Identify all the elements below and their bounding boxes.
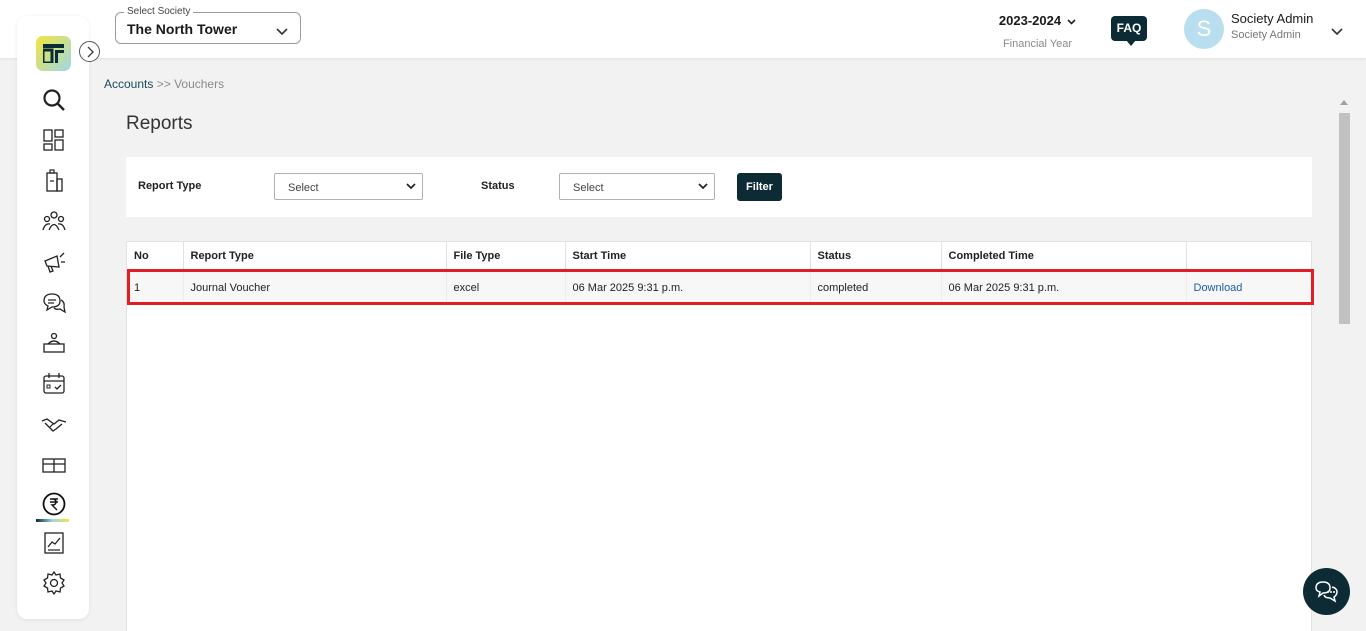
breadcrumb-current: Vouchers <box>174 77 225 91</box>
search-icon[interactable] <box>41 87 67 113</box>
chat-icon[interactable] <box>41 290 67 316</box>
report-type-label: Report Type <box>138 180 202 192</box>
scroll-up-arrow-icon[interactable] <box>1340 100 1348 105</box>
breadcrumb-accounts-link[interactable]: Accounts <box>104 77 153 91</box>
column-header-status: Status <box>810 242 942 272</box>
sidebar-collapse-button[interactable] <box>79 41 100 62</box>
user-role: Society Admin <box>1231 29 1301 41</box>
amenity-icon[interactable] <box>41 330 67 356</box>
column-header-action <box>1186 242 1311 272</box>
column-header-report-type: Report Type <box>183 242 447 272</box>
parcel-icon[interactable] <box>41 452 67 478</box>
app-logo[interactable] <box>36 36 71 71</box>
chevron-down-icon <box>406 183 416 190</box>
dashboard-icon[interactable] <box>41 127 67 153</box>
report-type-select-value: Select <box>288 182 319 194</box>
calendar-icon[interactable] <box>41 371 67 397</box>
society-select[interactable]: Select Society The North Tower <box>115 6 301 44</box>
chevron-down-icon <box>698 183 708 190</box>
members-icon[interactable] <box>41 208 67 234</box>
scrollbar-thumb[interactable] <box>1339 113 1350 324</box>
financial-year-label: Financial Year <box>1002 38 1073 50</box>
handshake-icon[interactable] <box>41 411 67 437</box>
faq-button[interactable]: FAQ <box>1111 16 1147 46</box>
chevron-down-icon <box>1067 13 1076 28</box>
chevron-down-icon <box>276 23 288 41</box>
filter-button[interactable]: Filter <box>737 173 782 201</box>
column-header-completed-time: Completed Time <box>941 242 1187 272</box>
settings-icon[interactable] <box>41 570 67 596</box>
column-header-no: No <box>127 242 184 272</box>
financial-year-value: 2023-2024 <box>998 13 1062 28</box>
column-header-file-type: File Type <box>446 242 566 272</box>
status-label: Status <box>481 180 515 192</box>
financial-year-selector[interactable]: 2023-2024 Financial Year <box>990 12 1085 50</box>
society-select-value: The North Tower <box>127 21 238 37</box>
row-highlight-box <box>127 269 1314 305</box>
table-header-row: No Report Type File Type Start Time Stat… <box>127 242 1311 272</box>
breadcrumb: Accounts >> Vouchers <box>104 77 224 91</box>
user-menu-chevron-icon[interactable] <box>1331 23 1343 41</box>
page-title: Reports <box>126 113 193 134</box>
status-select[interactable]: Select <box>559 173 715 200</box>
filter-bar: Report Type Select Status Select Filter <box>126 157 1312 217</box>
active-indicator <box>36 519 69 522</box>
chat-bubbles-icon <box>1315 581 1338 603</box>
user-name: Society Admin <box>1231 11 1314 26</box>
avatar[interactable]: S <box>1184 9 1224 49</box>
announcement-icon[interactable] <box>41 249 67 275</box>
page-scrollbar[interactable] <box>1337 96 1352 631</box>
top-header: Select Society The North Tower 2023-2024… <box>0 0 1366 58</box>
rupee-icon[interactable] <box>41 491 67 517</box>
society-select-label: Select Society <box>124 6 194 17</box>
sidebar <box>17 16 89 619</box>
building-icon[interactable] <box>41 168 67 194</box>
reports-icon[interactable] <box>41 530 67 556</box>
column-header-start-time: Start Time <box>565 242 811 272</box>
status-select-value: Select <box>573 182 604 194</box>
support-chat-button[interactable] <box>1303 568 1350 615</box>
report-type-select[interactable]: Select <box>274 173 423 200</box>
breadcrumb-separator: >> <box>156 77 171 91</box>
